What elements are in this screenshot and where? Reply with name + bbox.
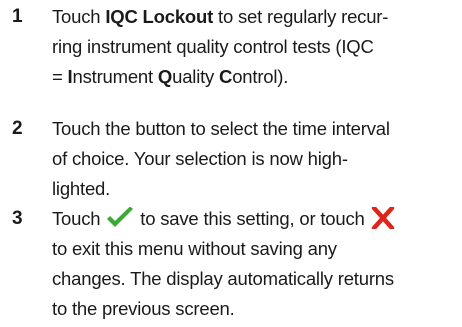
step-line: Touch the button to select the time inte… (52, 118, 390, 139)
step-line: lighted. (52, 178, 111, 199)
step-line: Touch to save this setting, or touch (52, 204, 452, 234)
step-line: Touch IQC Lockout to set regularly recur… (52, 2, 452, 32)
step-text: Touch to save this setting, or touch to … (52, 204, 452, 324)
text-fragment: nstrument (72, 66, 158, 87)
step-text: Touch IQC Lockout to set regularly recur… (52, 2, 452, 92)
checkmark-icon (105, 207, 135, 229)
step-line: to the previous screen. (52, 298, 235, 319)
step-number: 1 (12, 6, 23, 27)
step-line: of choice. Your selection is now high- (52, 148, 348, 169)
step-line: = Instrument Quality Control). (52, 62, 452, 92)
cross-icon (370, 207, 400, 229)
text-fragment: ontrol). (232, 66, 289, 87)
step-line: to exit this menu without saving any (52, 238, 337, 259)
step-number: 2 (12, 118, 23, 139)
step-line: ring instrument quality control tests (I… (52, 36, 374, 57)
text-fragment: Touch (52, 208, 106, 229)
iqc-lockout-term: IQC Lockout (105, 6, 214, 27)
text-fragment: Touch (52, 6, 106, 27)
text-fragment: to save this setting, or touch (135, 208, 370, 229)
step-line: changes. The display automatically retur… (52, 268, 394, 289)
text-fragment: = (52, 66, 68, 87)
text-fragment: uality (172, 66, 220, 87)
text-fragment: to set regularly recur- (213, 6, 389, 27)
step-number: 3 (12, 208, 23, 229)
acronym-letter: C (219, 66, 233, 87)
acronym-letter: Q (157, 66, 173, 87)
step-text: Touch the button to select the time inte… (52, 114, 452, 204)
